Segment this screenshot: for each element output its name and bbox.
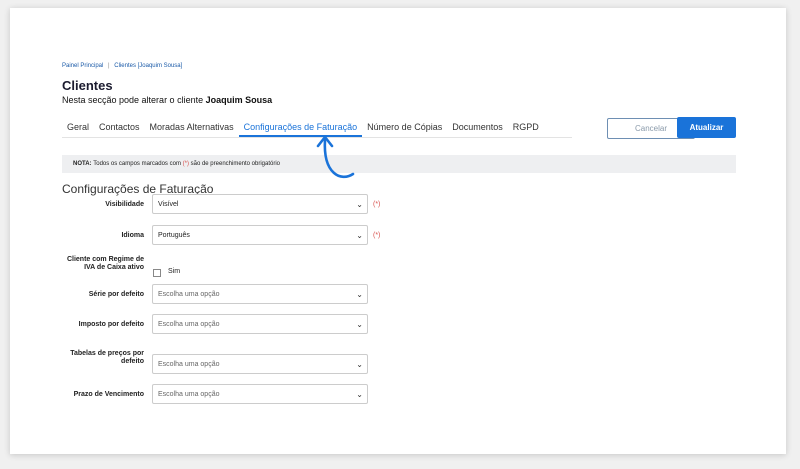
iva-caixa-option-label[interactable]: Sim bbox=[168, 268, 180, 275]
visibilidade-select[interactable]: Visível ⌄ bbox=[152, 194, 368, 214]
prazo-label: Prazo de Vencimento bbox=[73, 391, 144, 398]
chevron-down-icon: ⌄ bbox=[356, 200, 363, 209]
required-fields-note: NOTA: Todos os campos marcados com (*) s… bbox=[62, 155, 736, 173]
chevron-down-icon: ⌄ bbox=[356, 360, 363, 369]
tabelas-placeholder: Escolha uma opção bbox=[158, 360, 220, 368]
breadcrumb-current[interactable]: Clientes [Joaquim Sousa] bbox=[114, 63, 182, 69]
serie-placeholder: Escolha uma opção bbox=[158, 290, 220, 298]
tab-documentos[interactable]: Documentos bbox=[447, 119, 508, 137]
note-text-start: Todos os campos marcados com bbox=[93, 161, 181, 167]
tab-numero-copias[interactable]: Número de Cópias bbox=[362, 119, 447, 137]
breadcrumb: Painel Principal | Clientes [Joaquim Sou… bbox=[62, 63, 182, 69]
imposto-select[interactable]: Escolha uma opção ⌄ bbox=[152, 314, 368, 334]
serie-select[interactable]: Escolha uma opção ⌄ bbox=[152, 284, 368, 304]
subtitle-text: Nesta secção pode alterar o cliente bbox=[62, 95, 204, 105]
breadcrumb-home-link[interactable]: Painel Principal bbox=[62, 63, 103, 69]
note-text-end: são de preenchimento obrigatório bbox=[190, 161, 281, 167]
page-subtitle: Nesta secção pode alterar o cliente Joaq… bbox=[62, 95, 272, 105]
idioma-select[interactable]: Português ⌄ bbox=[152, 225, 368, 245]
chevron-down-icon: ⌄ bbox=[356, 231, 363, 240]
iva-caixa-label: Cliente com Regime de IVA de Caixa ativo bbox=[66, 256, 144, 271]
chevron-down-icon: ⌄ bbox=[356, 320, 363, 329]
prazo-select[interactable]: Escolha uma opção ⌄ bbox=[152, 384, 368, 404]
idioma-label: Idioma bbox=[121, 232, 144, 239]
serie-label: Série por defeito bbox=[88, 291, 144, 298]
iva-caixa-checkbox[interactable] bbox=[153, 269, 161, 277]
page-title: Clientes bbox=[62, 78, 113, 93]
idioma-value: Português bbox=[158, 231, 190, 239]
visibilidade-required-mark: (*) bbox=[373, 201, 381, 208]
tab-moradas-alternativas[interactable]: Moradas Alternativas bbox=[145, 119, 239, 137]
main-card: Painel Principal | Clientes [Joaquim Sou… bbox=[10, 8, 786, 454]
curved-arrow-icon bbox=[316, 135, 355, 179]
tabelas-label: Tabelas de preços por defeito bbox=[70, 350, 144, 365]
chevron-down-icon: ⌄ bbox=[356, 390, 363, 399]
imposto-label: Imposto por defeito bbox=[78, 321, 144, 328]
visibilidade-label: Visibilidade bbox=[105, 201, 144, 208]
breadcrumb-separator: | bbox=[108, 63, 110, 69]
tab-rgpd[interactable]: RGPD bbox=[508, 119, 544, 137]
note-prefix: NOTA: bbox=[73, 161, 92, 167]
tab-geral[interactable]: Geral bbox=[62, 119, 94, 137]
update-button[interactable]: Atualizar bbox=[677, 117, 736, 138]
idioma-required-mark: (*) bbox=[373, 232, 381, 239]
client-name: Joaquim Sousa bbox=[205, 95, 273, 105]
visibilidade-value: Visível bbox=[158, 200, 179, 208]
imposto-placeholder: Escolha uma opção bbox=[158, 320, 220, 328]
chevron-down-icon: ⌄ bbox=[356, 290, 363, 299]
tabelas-select[interactable]: Escolha uma opção ⌄ bbox=[152, 354, 368, 374]
prazo-placeholder: Escolha uma opção bbox=[158, 390, 220, 398]
tab-contactos[interactable]: Contactos bbox=[94, 119, 145, 137]
note-required-mark: (*) bbox=[182, 161, 189, 167]
tab-bar: Geral Contactos Moradas Alternativas Con… bbox=[62, 119, 544, 137]
